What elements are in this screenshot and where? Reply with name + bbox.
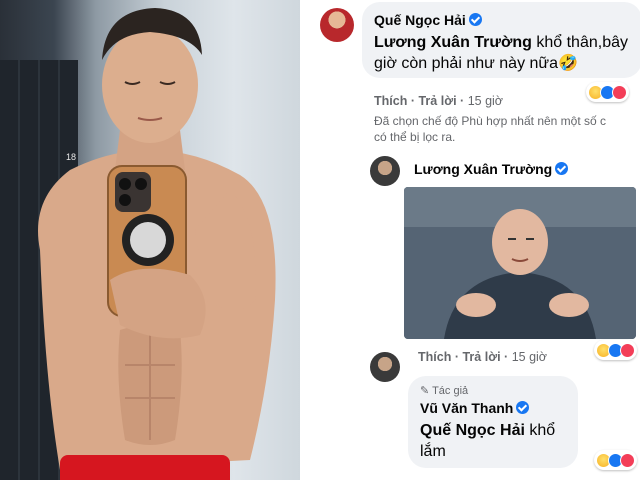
comment-text: Quế Ngọc Hải khổ lắm — [420, 420, 580, 462]
verified-badge-icon — [468, 13, 482, 26]
separator: · — [460, 94, 465, 108]
verified-badge-icon — [555, 162, 569, 175]
reaction-summary[interactable] — [594, 450, 637, 470]
comments-panel: Quế Ngọc Hải Lương Xuân Trường khổ thân,… — [302, 0, 640, 480]
author-tag: ✎ Tác giả — [420, 384, 468, 397]
author-tag-label: Tác giả — [432, 385, 469, 397]
comment-text-part: khổ — [524, 422, 556, 439]
love-reaction-icon — [620, 342, 635, 358]
person-figure — [38, 8, 276, 470]
avatar[interactable] — [320, 8, 354, 42]
like-link[interactable]: Thích — [374, 94, 407, 108]
separator: · — [454, 350, 459, 364]
comment-text-part: lắm — [420, 443, 446, 460]
mention-link[interactable]: Quế Ngọc Hải — [420, 422, 525, 439]
love-reaction-icon — [620, 452, 635, 468]
reply-link[interactable]: Trả lời — [418, 94, 456, 108]
comment-text-part: giờ còn phải như này nữa🤣 — [374, 55, 578, 72]
reply-link[interactable]: Trả lời — [462, 350, 500, 364]
comment-author[interactable]: Lương Xuân Trường — [414, 161, 552, 177]
separator: · — [504, 350, 509, 364]
comment-author[interactable]: Vũ Văn Thanh — [420, 400, 513, 416]
filter-note: Đã chọn chế độ Phù hợp nhất nên một số c… — [374, 113, 640, 145]
mention-link[interactable]: Lương Xuân Trường — [374, 34, 532, 51]
comment-text: Lương Xuân Trường khổ thân,bây giờ còn p… — [374, 32, 640, 74]
comment-bubble: ✎ Tác giả Vũ Văn Thanh Quế Ngọc Hải khổ … — [408, 376, 578, 468]
verified-badge-icon — [516, 401, 530, 414]
avatar[interactable] — [370, 352, 400, 382]
timestamp[interactable]: 15 giờ — [512, 350, 547, 364]
separator: · — [410, 94, 415, 108]
comment-text-part: khổ thân,bây — [531, 34, 628, 51]
love-reaction-icon — [612, 84, 627, 100]
mirror-selfie-photo: 18 — [0, 0, 300, 480]
red-shorts — [60, 455, 230, 480]
pencil-icon: ✎ — [420, 385, 430, 397]
comment-author[interactable]: Quế Ngọc Hải — [374, 12, 466, 28]
comment-bubble: Quế Ngọc Hải Lương Xuân Trường khổ thân,… — [362, 2, 640, 78]
comment-image[interactable] — [404, 187, 636, 339]
timestamp[interactable]: 15 giờ — [468, 94, 503, 108]
filter-note-line: Đã chọn chế độ Phù hợp nhất nên một số c — [374, 114, 607, 128]
comment-actions: Thích · Trả lời · 15 giờ — [418, 350, 547, 364]
meme-image — [404, 187, 636, 339]
reaction-summary[interactable] — [594, 340, 637, 360]
reaction-summary[interactable] — [586, 82, 629, 102]
like-link[interactable]: Thích — [418, 350, 451, 364]
comment-actions: Thích · Trả lời · 15 giờ — [374, 94, 503, 108]
avatar[interactable] — [370, 156, 400, 186]
filter-note-line: có thể bị lọc ra. — [374, 130, 456, 144]
